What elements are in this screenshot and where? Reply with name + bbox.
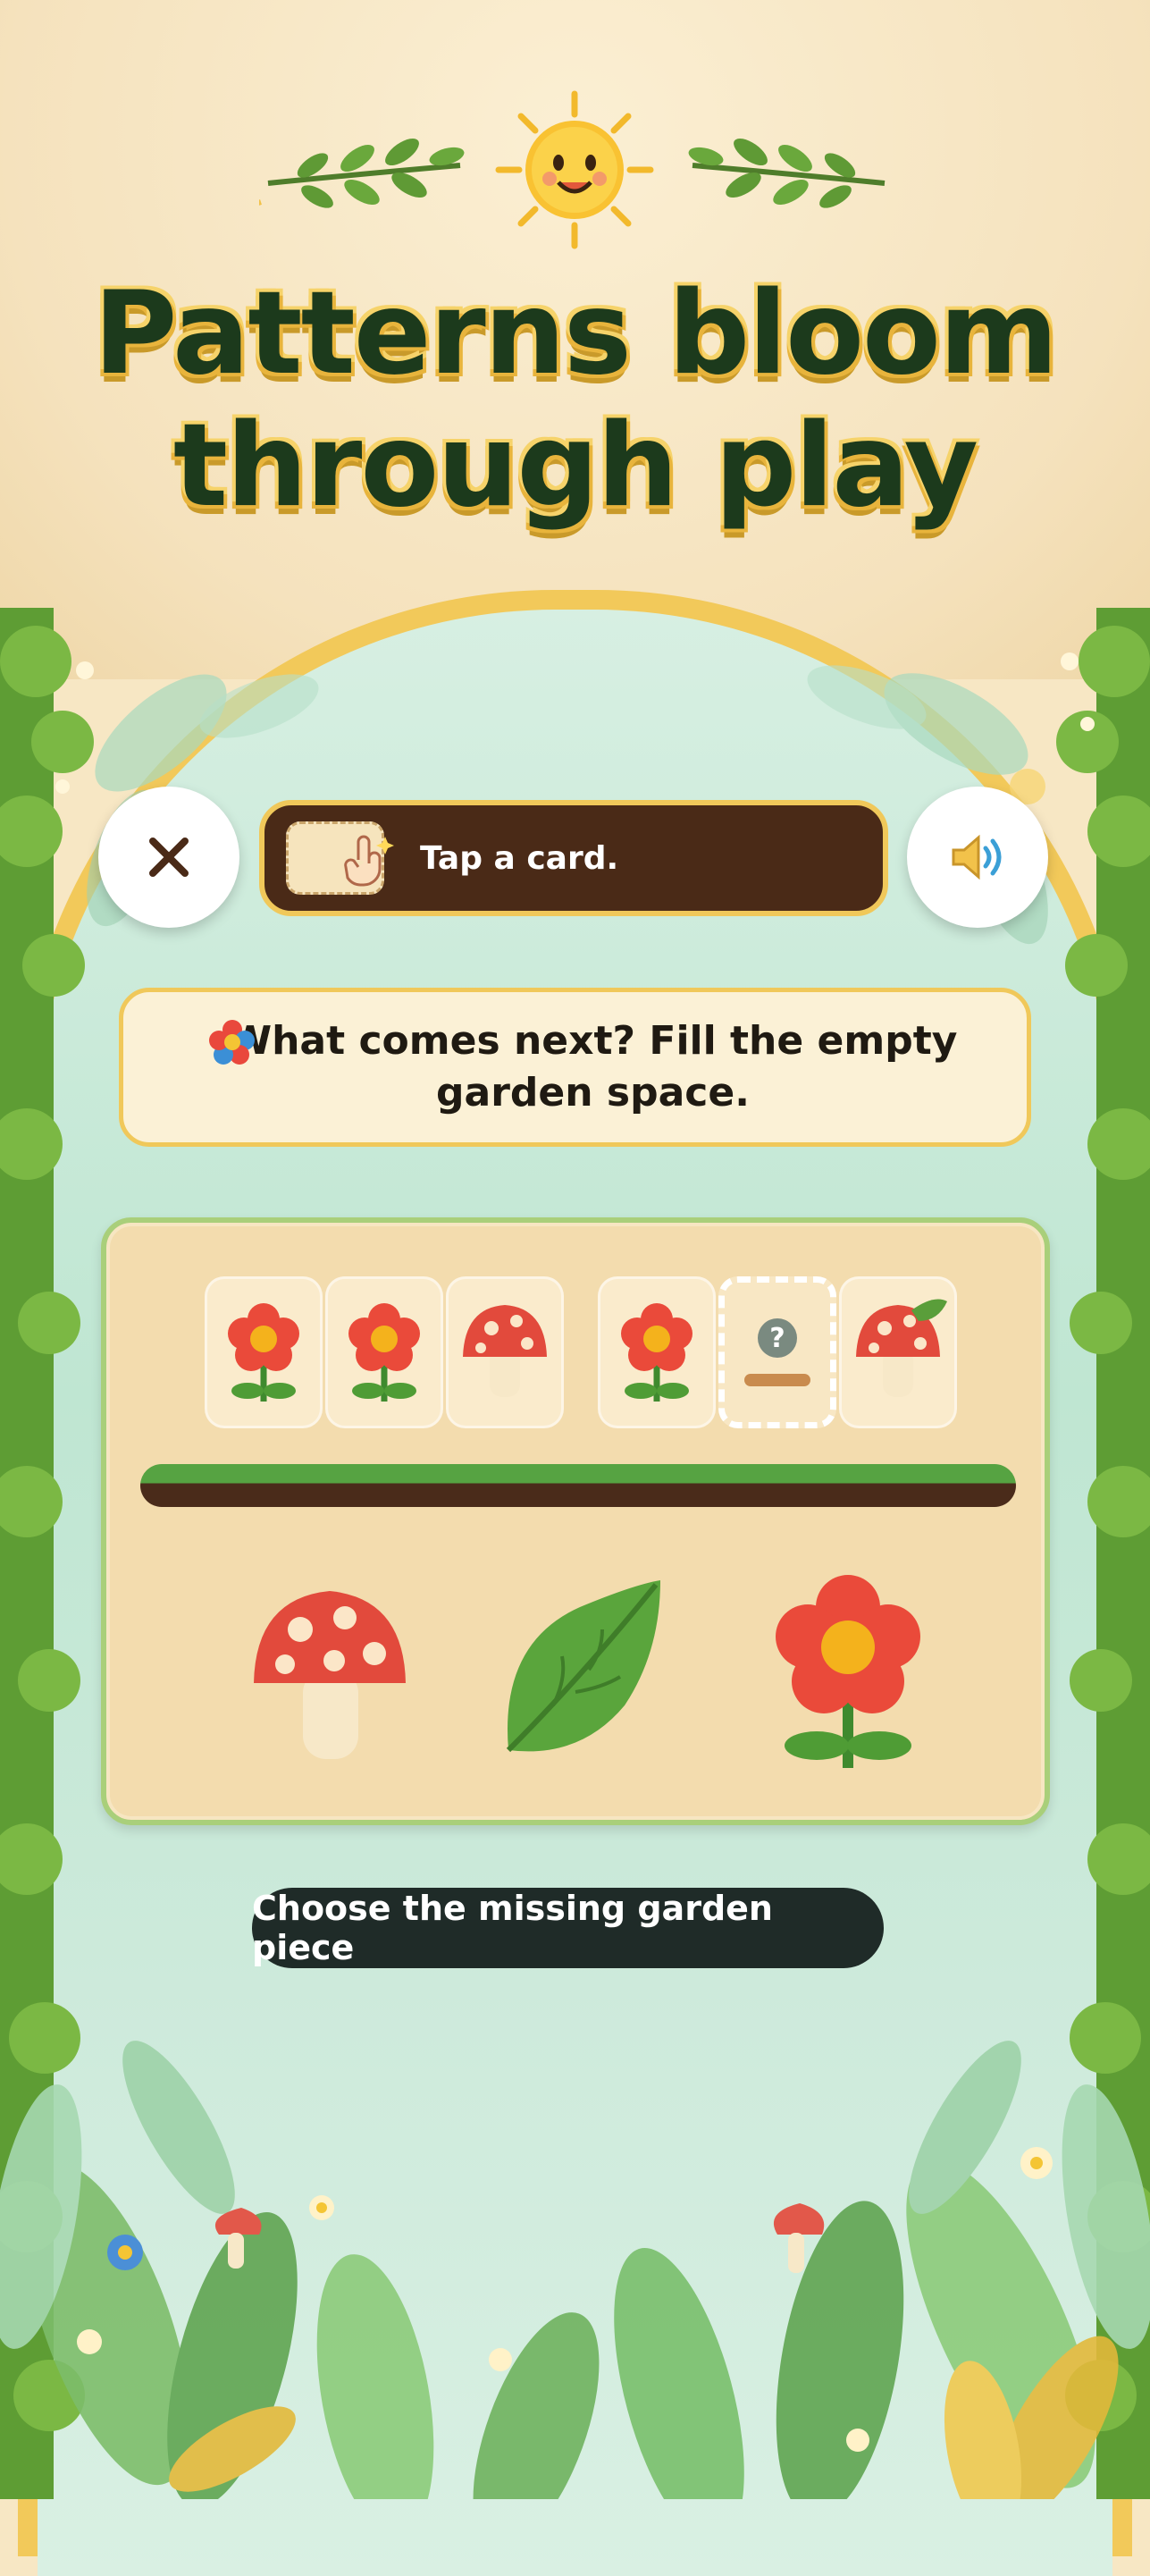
pattern-board: ?: [101, 1217, 1050, 1825]
flower-icon: [621, 1303, 693, 1402]
pattern-slot-2: [325, 1276, 443, 1428]
flower-icon: [228, 1303, 299, 1402]
flower-icon: [209, 1020, 255, 1065]
speaker-icon: [952, 834, 1002, 880]
close-button[interactable]: [98, 787, 239, 928]
sound-button[interactable]: [907, 787, 1048, 928]
soil-dash: [744, 1374, 810, 1386]
mushroom-icon: [856, 1299, 947, 1397]
pattern-slot-3: [446, 1276, 564, 1428]
pattern-slot-1: [205, 1276, 323, 1428]
garden-ground-strip: [140, 1464, 1016, 1507]
hint-banner: Tap a card.: [259, 800, 888, 916]
choice-mushroom[interactable]: [231, 1571, 428, 1768]
tap-card-icon: [286, 821, 394, 895]
question-mark-icon: ?: [758, 1318, 797, 1358]
bottom-foliage: [0, 2041, 1150, 2499]
leaf-sprig-left-icon: [259, 138, 465, 208]
question-text: What comes next? Fill the empty garden s…: [228, 1018, 958, 1115]
mushroom-icon: [463, 1305, 547, 1397]
headline-line-1: Patterns bloom: [93, 267, 1059, 400]
flower-icon: [776, 1575, 920, 1768]
headline-line-2: through play: [172, 400, 978, 533]
question-card: What comes next? Fill the empty garden s…: [119, 988, 1031, 1147]
choice-flower[interactable]: [750, 1571, 946, 1768]
smiling-sun-icon: [495, 90, 654, 249]
missing-piece-marker: ?: [744, 1318, 810, 1386]
page-headline: Patterns bloom through play: [0, 268, 1150, 533]
mushroom-icon: [254, 1591, 406, 1759]
close-x-icon: [149, 838, 189, 877]
pattern-slot-4: [598, 1276, 716, 1428]
choice-leaf[interactable]: [482, 1571, 678, 1768]
flower-icon: [348, 1303, 420, 1402]
leaf-icon: [506, 1580, 660, 1753]
leaf-sprig-right-icon: [688, 138, 886, 208]
pattern-slot-6: [839, 1276, 957, 1428]
hint-text: Tap a card.: [420, 839, 619, 877]
empty-garden-slot[interactable]: ?: [718, 1276, 836, 1428]
